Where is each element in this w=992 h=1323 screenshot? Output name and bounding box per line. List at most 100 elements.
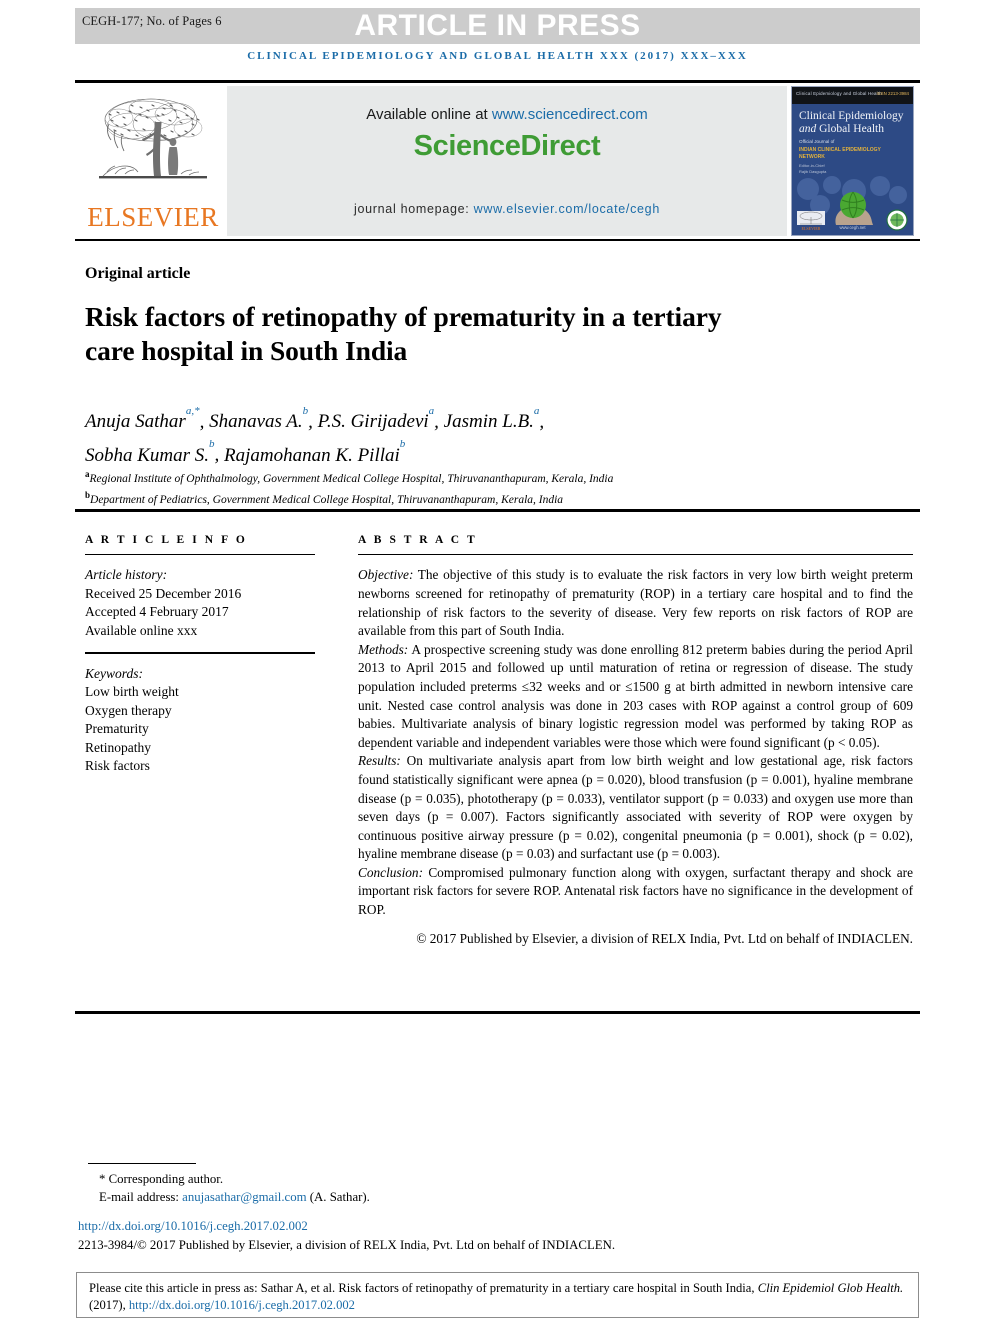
- masthead-bottom-rule: [75, 239, 920, 241]
- abstract-top-rule: [75, 509, 920, 512]
- author-0: Anuja Sathara,*: [85, 405, 200, 433]
- article-history-1: Accepted 4 February 2017: [85, 604, 229, 620]
- author-4: Sobha Kumar S.b: [85, 438, 215, 466]
- author-2: P.S. Girijadevia: [317, 405, 435, 433]
- article-info-divider: [85, 652, 315, 654]
- email-link[interactable]: anujasathar@gmail.com: [182, 1190, 306, 1204]
- abstract-copyright: © 2017 Published by Elsevier, a division…: [416, 930, 913, 946]
- abstract-objective-label: Objective:: [358, 567, 414, 583]
- author-sep-2: ,: [434, 411, 444, 433]
- footnote-rule: [88, 1163, 196, 1164]
- author-5: Rajamohanan K. Pillaib: [224, 438, 405, 466]
- article-info-heading-rule: [85, 554, 315, 556]
- author-3-sup: a: [533, 404, 540, 417]
- cover-top-right-text: ISSN 2213-3984: [876, 91, 909, 96]
- abstract-results-text: On multivariate analysis apart from low …: [358, 753, 913, 862]
- article-type-kicker: Original article: [85, 265, 191, 282]
- cover-editor-name: Rajib Dasgupta: [799, 168, 827, 174]
- cover-top-bar: Clinical Epidemiology and Global Health …: [792, 87, 913, 104]
- elsevier-tree-icon: [93, 90, 213, 200]
- author-0-name: Anuja Sathar: [85, 411, 186, 433]
- abstract-methods-label: Methods:: [358, 641, 409, 657]
- citation-text: Please cite this article in press as: Sa…: [89, 1280, 909, 1314]
- article-info-column: A R T I C L E I N F O Article history: R…: [85, 534, 315, 776]
- citation-journal: Clin Epidemiol Glob Health.: [757, 1281, 904, 1295]
- cover-editor-label: Editor-in-Chief: [799, 163, 825, 168]
- corresponding-author-note: * Corresponding author.: [99, 1172, 224, 1186]
- keywords-label: Keywords:: [85, 665, 143, 681]
- email-owner: (A. Sathar).: [306, 1190, 370, 1204]
- citation-middle: (2017),: [89, 1298, 129, 1312]
- article-info-heading: A R T I C L E I N F O: [85, 534, 248, 546]
- abstract-results-label: Results:: [358, 753, 401, 769]
- author-3: Jasmin L.B.a: [443, 405, 540, 433]
- cover-title-line2: Global Health: [819, 123, 884, 135]
- journal-running-title: CLINICAL EPIDEMIOLOGY AND GLOBAL HEALTH …: [247, 50, 748, 62]
- keyword-3: Retinopathy: [85, 739, 151, 755]
- abstract-methods-text: A prospective screening study was done e…: [358, 641, 913, 750]
- abstract-conclusion-label: Conclusion:: [358, 864, 424, 880]
- abstract-conclusion: Conclusion: Compromised pulmonary functi…: [358, 864, 913, 920]
- sciencedirect-logo: ScienceDirect: [227, 130, 787, 163]
- affiliation-0-text: Regional Institute of Ophthalmology, Gov…: [89, 472, 614, 485]
- masthead: ELSEVIER Available online at www.science…: [75, 84, 920, 238]
- cover-subtitle-network: INDIAN CLINICAL EPIDEMIOLOGY NETWORK: [799, 147, 881, 160]
- available-online-prefix: Available online at: [366, 106, 492, 123]
- manuscript-runhead: CEGH-177; No. of Pages 6: [82, 14, 222, 28]
- cover-indiaclen-logo: [886, 209, 908, 231]
- citation-doi-link[interactable]: http://dx.doi.org/10.1016/j.cegh.2017.02…: [129, 1298, 355, 1312]
- cover-editor-block: Editor-in-Chief Rajib Dasgupta: [799, 163, 907, 174]
- cover-title-and: and: [799, 123, 817, 135]
- sciencedirect-link[interactable]: www.sciencedirect.com: [492, 106, 648, 123]
- abstract-body: Objective: The objective of this study i…: [358, 566, 913, 919]
- email-label: E-mail address:: [99, 1190, 183, 1204]
- author-sep-4: ,: [214, 444, 225, 466]
- journal-homepage-prefix: journal homepage:: [354, 202, 474, 216]
- author-1-name: Shanavas A.: [209, 411, 303, 433]
- masthead-top-rule: [75, 80, 920, 83]
- author-4-name: Sobha Kumar S.: [85, 444, 210, 466]
- author-sep-3: ,: [539, 411, 545, 433]
- issn-copyright-line: 2213-3984/© 2017 Published by Elsevier, …: [78, 1238, 616, 1252]
- article-history-label: Article history:: [85, 567, 168, 583]
- author-2-sup: a: [428, 404, 435, 417]
- sciencedirect-logo-science: Science: [413, 130, 521, 162]
- keyword-0: Low birth weight: [85, 684, 179, 700]
- sciencedirect-logo-direct: Direct: [520, 130, 601, 162]
- cover-top-left-text: Clinical Epidemiology and Global Health: [796, 91, 882, 96]
- author-list: Anuja Sathara,*, Shanavas A.b, P.S. Giri…: [85, 403, 785, 470]
- author-2-name: P.S. Girijadevi: [317, 411, 429, 433]
- keyword-4: Risk factors: [85, 758, 150, 774]
- abstract-methods: Methods: A prospective screening study w…: [358, 641, 913, 753]
- email-note: E-mail address: anujasathar@gmail.com (A…: [85, 1188, 915, 1206]
- abstract-column: A B S T R A C T Objective: The objective…: [358, 534, 913, 948]
- abstract-bottom-rule: [75, 1011, 920, 1014]
- article-first-page: ARTICLE IN PRESS CEGH-177; No. of Pages …: [0, 0, 992, 1323]
- affiliation-1: bDepartment of Pediatrics, Government Me…: [85, 487, 805, 508]
- affiliation-1-text: Department of Pediatrics, Government Med…: [90, 493, 564, 506]
- affiliation-list: aRegional Institute of Ophthalmology, Go…: [85, 466, 805, 508]
- abstract-heading-rule: [358, 554, 913, 556]
- journal-homepage-line: journal homepage: www.elsevier.com/locat…: [227, 202, 787, 216]
- author-sep-0: ,: [199, 411, 210, 433]
- article-history-2: Available online xxx: [85, 622, 198, 638]
- author-1: Shanavas A.b: [209, 405, 308, 433]
- abstract-heading: A B S T R A C T: [358, 534, 478, 546]
- citation-box: Please cite this article in press as: Sa…: [76, 1272, 919, 1318]
- elsevier-logo: ELSEVIER: [83, 86, 223, 238]
- doi-link[interactable]: http://dx.doi.org/10.1016/j.cegh.2017.02…: [78, 1219, 308, 1234]
- article-history-block: Article history: Received 25 December 20…: [85, 566, 315, 640]
- abstract-results: Results: On multivariate analysis apart …: [358, 752, 913, 864]
- author-5-name: Rajamohanan K. Pillai: [224, 444, 400, 466]
- abstract-conclusion-text: Compromised pulmonary function along wit…: [358, 864, 913, 918]
- journal-homepage-link[interactable]: www.elsevier.com/locate/cegh: [474, 202, 660, 216]
- citation-prefix: Please cite this article in press as: Sa…: [89, 1281, 758, 1295]
- globe-shape: [840, 191, 866, 219]
- author-3-name: Jasmin L.B.: [443, 411, 534, 433]
- cover-title-line1: Clinical Epidemiology: [799, 110, 904, 122]
- cover-title: Clinical Epidemiology and Global Health: [799, 110, 909, 136]
- journal-cover-thumbnail: Clinical Epidemiology and Global Health …: [791, 86, 914, 236]
- cover-subtitle-official: Official Journal of: [799, 139, 835, 144]
- abstract-objective-text: The objective of this study is to evalua…: [358, 567, 913, 639]
- abstract-objective: Objective: The objective of this study i…: [358, 566, 913, 640]
